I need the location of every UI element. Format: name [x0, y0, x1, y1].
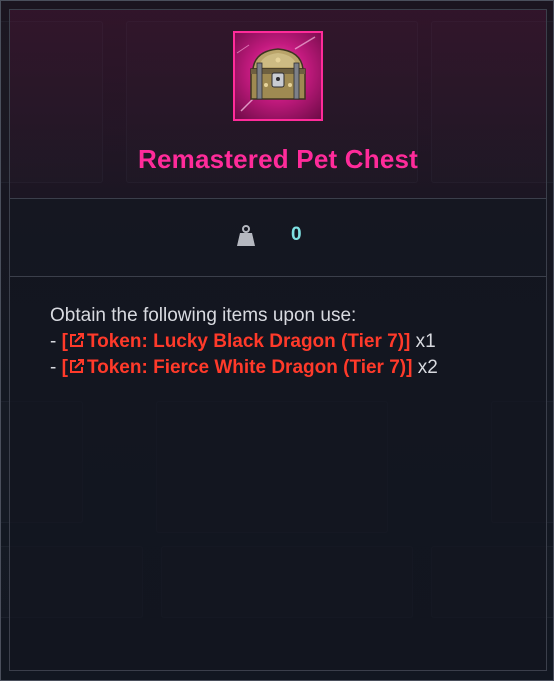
reward-name: Token: Lucky Black Dragon (Tier 7): [86, 331, 405, 352]
reward-quantity: x1: [410, 331, 436, 352]
reward-link-lucky-black-dragon[interactable]: [Token: Lucky Black Dragon (Tier 7)]: [62, 331, 411, 352]
reward-link-fierce-white-dragon[interactable]: [Token: Fierce White Dragon (Tier 7)]: [62, 357, 413, 378]
item-description: Obtain the following items upon use: - […: [9, 277, 547, 671]
reward-line: - [Token: Lucky Black Dragon (Tier 7)] x…: [50, 329, 438, 355]
reward-quantity: x2: [412, 357, 438, 378]
weight-icon: [236, 225, 256, 247]
external-link-icon: [68, 331, 85, 348]
treasure-chest-icon: [233, 31, 323, 121]
external-link-icon: [68, 357, 85, 374]
tooltip-header: Remastered Pet Chest: [9, 9, 547, 199]
description-intro: Obtain the following items upon use:: [50, 305, 357, 326]
reward-line: - [Token: Fierce White Dragon (Tier 7)] …: [50, 355, 438, 381]
item-name: Remastered Pet Chest: [138, 144, 418, 174]
reward-prefix: -: [50, 357, 62, 378]
reward-prefix: -: [50, 331, 62, 352]
item-stats: 0: [9, 199, 547, 277]
weight-value: 0: [291, 224, 302, 245]
reward-name: Token: Fierce White Dragon (Tier 7): [86, 357, 407, 378]
item-tooltip: Remastered Pet Chest 0 Obtain the follow…: [0, 0, 554, 681]
